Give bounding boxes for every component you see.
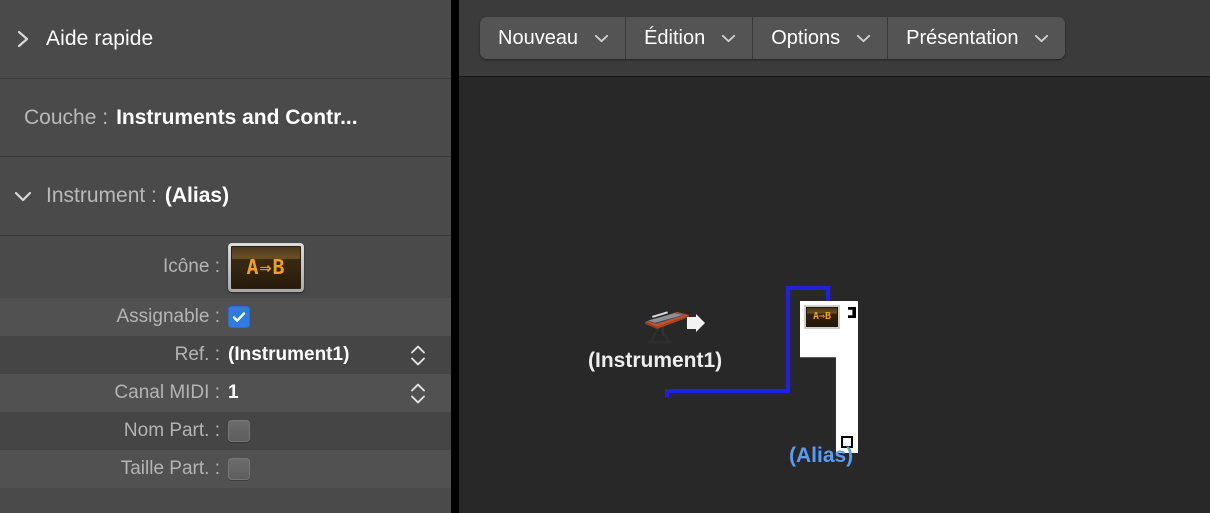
alias-icon-frame: A⇒B <box>804 305 840 329</box>
menu-nouveau-label: Nouveau <box>498 26 579 49</box>
menu-button-group: Nouveau Édition Options Présentation <box>480 17 1066 59</box>
alias-object-label[interactable]: (Alias) <box>789 444 853 468</box>
chevron-down-icon[interactable] <box>0 185 46 207</box>
icon-field-value: A⇒B <box>228 242 451 292</box>
midi-channel-stepper[interactable] <box>409 380 427 406</box>
assignable-checkbox[interactable] <box>228 306 250 328</box>
quick-help-header[interactable]: Aide rapide <box>0 0 451 79</box>
layer-value: Instruments and Contr... <box>116 105 358 129</box>
menu-presentation[interactable]: Présentation <box>888 17 1065 59</box>
instrument-fields: Icône : A⇒B Assignable : Ref.: (Instrum… <box>0 236 451 488</box>
chevron-down-icon <box>1034 34 1049 43</box>
assignable-label: Assignable : <box>116 306 220 327</box>
part-size-checkbox[interactable] <box>228 458 250 480</box>
field-row-part-name: Nom Part. : <box>0 412 451 450</box>
chevron-down-icon <box>721 34 736 43</box>
chevron-right-icon[interactable] <box>0 29 46 49</box>
app-window: Aide rapide Couche : Instruments and Con… <box>0 0 1210 513</box>
part-size-value <box>228 458 451 480</box>
field-row-part-size: Taille Part. : <box>0 450 451 488</box>
menu-options[interactable]: Options <box>753 17 889 59</box>
field-row-ref: Ref. : (Instrument1) <box>0 336 451 374</box>
alias-object[interactable]: A⇒B <box>800 301 858 453</box>
alias-ab-glyph: A⇒B <box>812 311 832 322</box>
icon-field-label: Icône : <box>162 256 220 277</box>
part-name-label: Nom Part. : <box>123 420 220 441</box>
menu-edition-label: Édition <box>644 26 706 49</box>
icon-ab-glyph: A⇒B <box>246 255 286 279</box>
output-arrow-icon[interactable] <box>685 313 707 333</box>
part-size-label: Taille Part. : <box>120 458 220 479</box>
menu-presentation-label: Présentation <box>906 26 1019 49</box>
part-name-checkbox[interactable] <box>228 420 250 442</box>
layer-row[interactable]: Couche : Instruments and Contr... <box>0 79 451 157</box>
ref-label: Ref. : <box>174 344 220 365</box>
menu-bar: Nouveau Édition Options Présentation <box>459 0 1210 77</box>
part-name-value <box>228 420 451 442</box>
instrument-label: Instrument : <box>46 184 157 207</box>
environment-canvas[interactable]: (Instrument1) A⇒B (Alias) <box>459 77 1210 513</box>
chevron-down-icon <box>594 34 609 43</box>
field-row-midi-channel: Canal MIDI : 1 <box>0 374 451 412</box>
environment-window: Nouveau Édition Options Présentation (In… <box>459 0 1210 513</box>
ref-stepper[interactable] <box>409 342 427 368</box>
chevron-down-icon <box>856 34 871 43</box>
menu-options-label: Options <box>771 26 841 49</box>
quick-help-label: Aide rapide <box>46 27 154 50</box>
instrument-header[interactable]: Instrument : (Alias) <box>0 157 451 236</box>
alias-ab-icon: A⇒B <box>806 307 838 327</box>
instrument-ab-icon: A⇒B <box>231 245 301 289</box>
layer-label: Couche : <box>24 105 109 129</box>
menu-nouveau[interactable]: Nouveau <box>480 17 627 59</box>
menu-edition[interactable]: Édition <box>626 17 754 59</box>
field-row-assignable: Assignable : <box>0 298 451 336</box>
assignable-value <box>228 306 451 328</box>
icon-picker-button[interactable]: A⇒B <box>228 242 304 292</box>
instrument-value: (Alias) <box>164 184 230 207</box>
field-row-icon: Icône : A⇒B <box>0 236 451 298</box>
midi-channel-label: Canal MIDI : <box>114 382 220 403</box>
source-object-label[interactable]: (Instrument1) <box>588 349 722 373</box>
inspector-sidebar: Aide rapide Couche : Instruments and Con… <box>0 0 455 513</box>
